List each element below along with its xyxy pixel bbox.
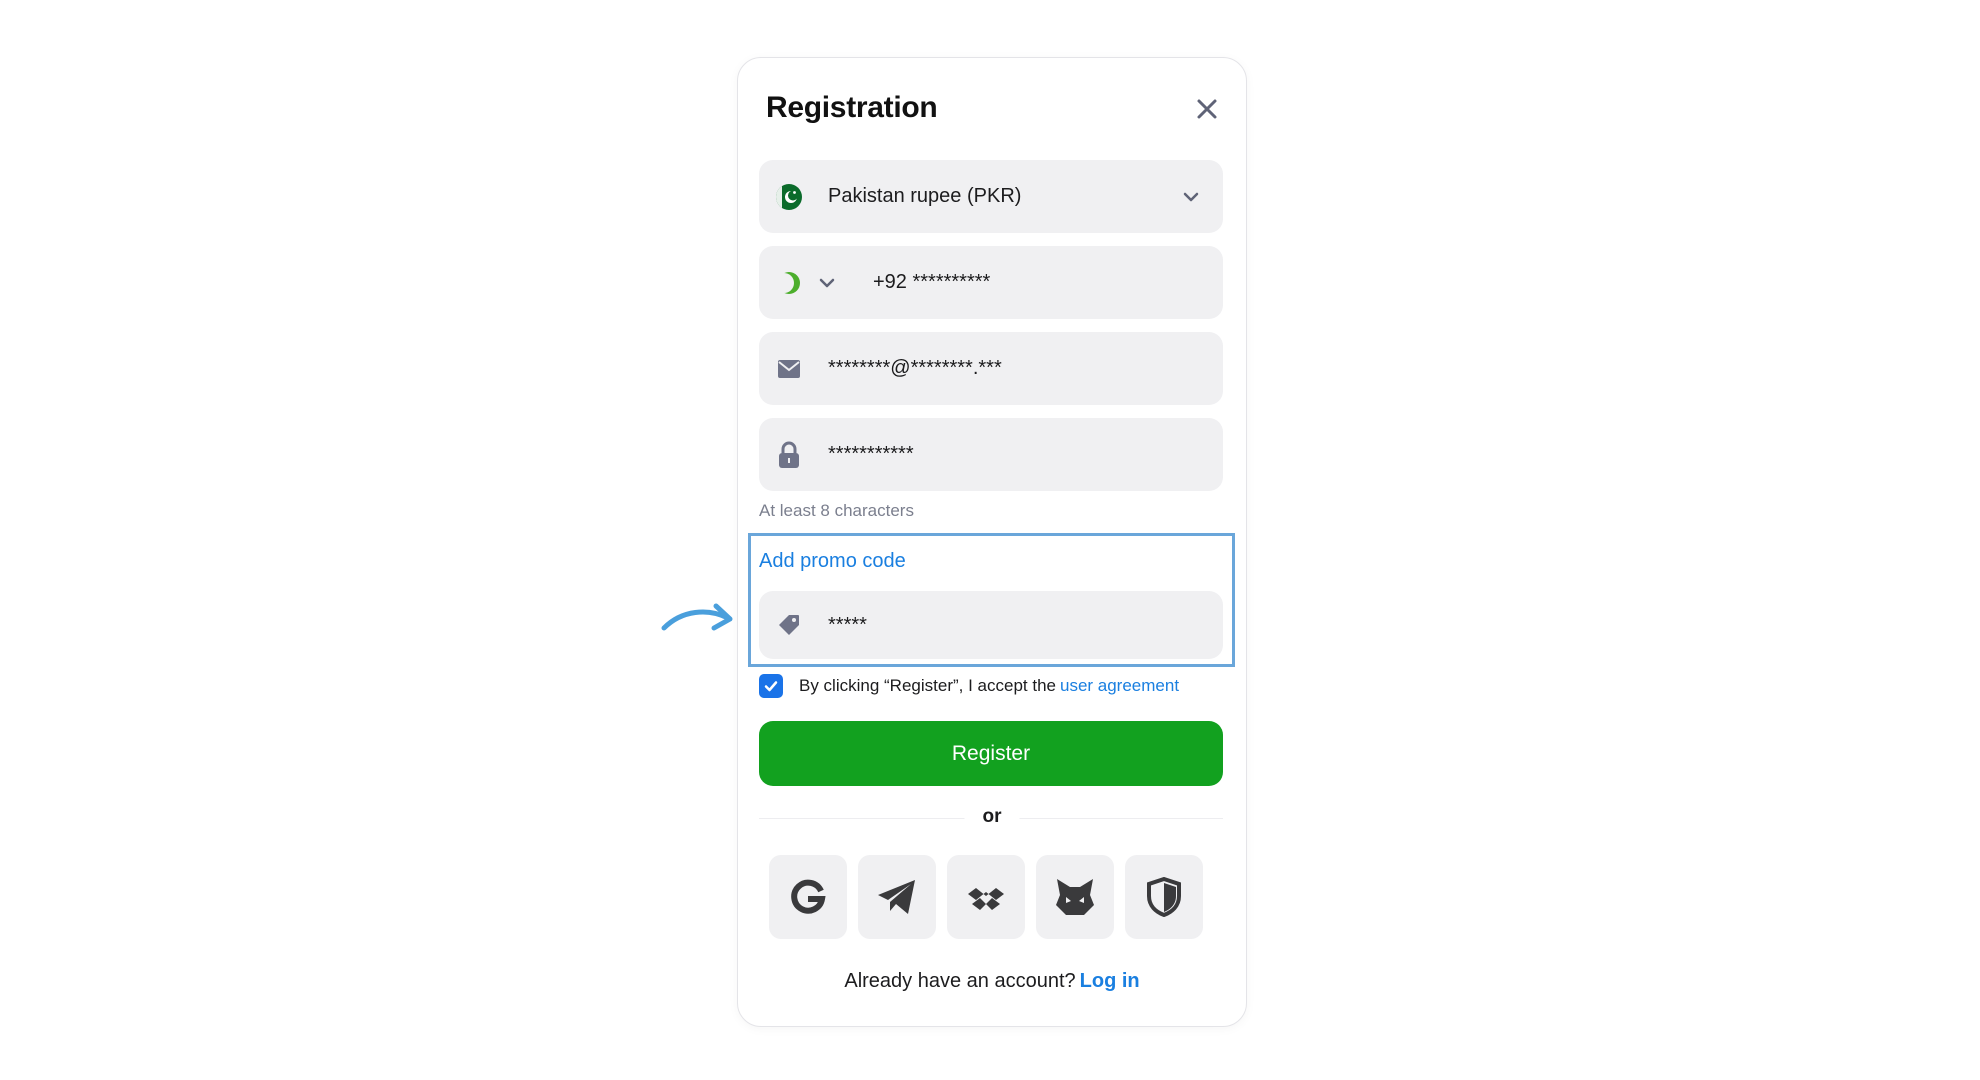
password-value: *********** xyxy=(828,443,914,465)
phone-field[interactable]: +92 ********** xyxy=(759,246,1223,319)
agreement-checkbox[interactable] xyxy=(759,674,783,698)
email-field[interactable]: ********@********.*** xyxy=(759,332,1223,405)
telegram-icon xyxy=(878,880,915,914)
chevron-down-icon xyxy=(1183,192,1199,201)
password-field[interactable]: *********** xyxy=(759,418,1223,491)
close-icon xyxy=(1197,99,1217,119)
password-hint: At least 8 characters xyxy=(759,501,914,520)
tag-icon xyxy=(775,611,803,639)
chevron-down-icon[interactable] xyxy=(817,273,837,293)
login-footer: Already have an account? Log in xyxy=(738,970,1246,993)
pointer-arrow-icon xyxy=(661,603,733,631)
agreement-text: By clicking “Register”, I accept the xyxy=(799,676,1056,695)
pakistan-flag-icon xyxy=(775,183,803,211)
add-promo-code-link[interactable]: Add promo code xyxy=(759,550,906,573)
login-link[interactable]: Log in xyxy=(1080,970,1140,992)
google-login-button[interactable] xyxy=(769,855,847,939)
promo-code-value: ***** xyxy=(828,613,867,636)
checkmark-icon xyxy=(764,681,778,692)
phone-value: +92 ********** xyxy=(873,271,991,293)
shield-login-button[interactable] xyxy=(1125,855,1203,939)
walletconnect-login-button[interactable] xyxy=(947,855,1025,939)
agreement-row: By clicking “Register”, I accept the use… xyxy=(759,672,1179,700)
modal-title: Registration xyxy=(766,91,938,124)
lock-icon xyxy=(775,441,803,469)
user-agreement-link[interactable]: user agreement xyxy=(1060,676,1179,696)
register-button[interactable]: Register xyxy=(759,721,1223,786)
google-icon xyxy=(791,879,826,914)
promo-highlight: Add promo code ***** xyxy=(748,533,1235,667)
walletconnect-icon xyxy=(968,888,1004,910)
crescent-flag-icon[interactable] xyxy=(775,269,803,297)
metamask-fox-icon xyxy=(1056,879,1094,915)
footer-text: Already have an account? xyxy=(844,970,1076,992)
currency-select[interactable]: Pakistan rupee (PKR) xyxy=(759,160,1223,233)
telegram-login-button[interactable] xyxy=(858,855,936,939)
email-value: ********@********.*** xyxy=(828,357,1002,379)
close-button[interactable] xyxy=(1190,92,1224,126)
shield-icon xyxy=(1147,877,1181,917)
or-separator: or xyxy=(964,806,1020,828)
currency-value: Pakistan rupee (PKR) xyxy=(828,185,1022,207)
registration-modal: Registration Pakistan rupee (PKR) +92 **… xyxy=(737,57,1247,1027)
envelope-icon xyxy=(775,355,803,383)
promo-code-field[interactable]: ***** xyxy=(759,591,1223,659)
metamask-login-button[interactable] xyxy=(1036,855,1114,939)
